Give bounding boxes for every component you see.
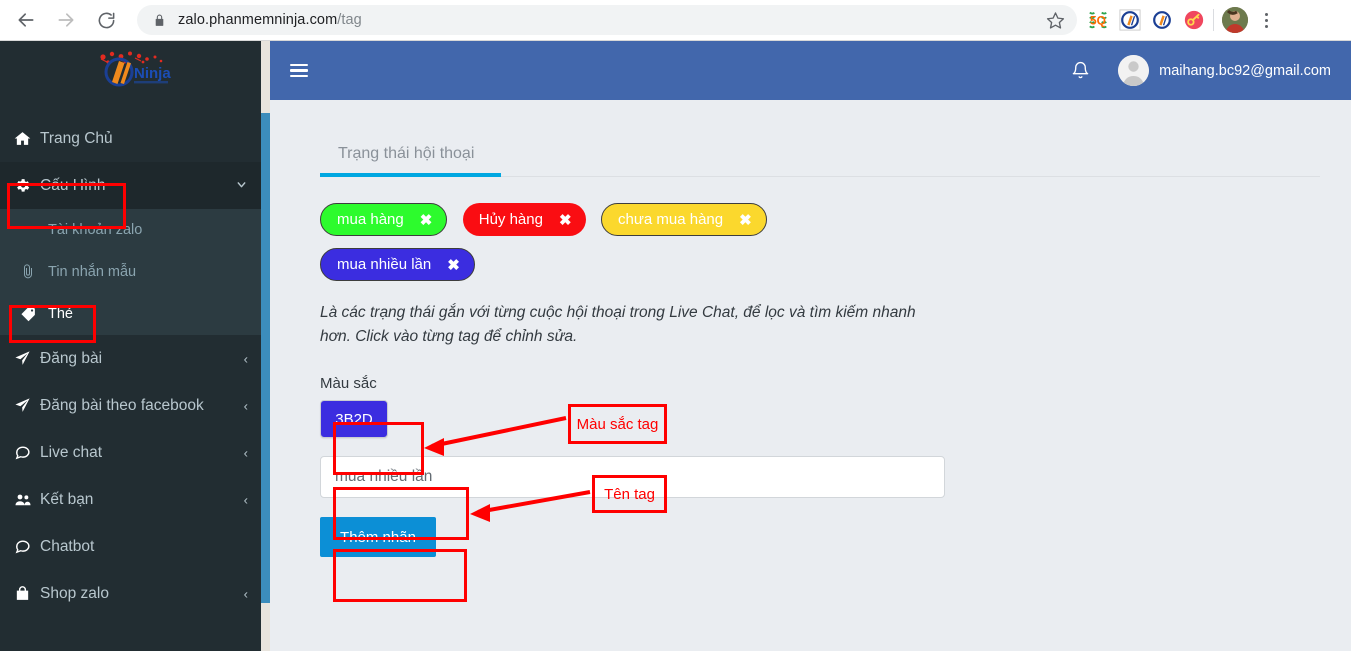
sidebar-item-trang-chu[interactable]: Trang Chủ bbox=[0, 115, 270, 162]
tag-chip[interactable]: mua hàng ✖ bbox=[320, 203, 448, 236]
chevron-left-icon: ‹ bbox=[243, 398, 248, 413]
bell-icon[interactable] bbox=[1060, 61, 1100, 80]
sidebar-item-live-chat[interactable]: Live chat ‹ bbox=[0, 429, 270, 476]
tag-description: Là các trạng thái gắn với từng cuộc hội … bbox=[320, 304, 916, 346]
paperclip-icon bbox=[20, 264, 48, 280]
reload-icon[interactable] bbox=[89, 3, 123, 37]
ninja-extension-icon-2[interactable] bbox=[1151, 9, 1173, 31]
sidebar-item-ket-ban[interactable]: Kết bạn ‹ bbox=[0, 476, 270, 523]
shop-bag-icon bbox=[14, 585, 40, 602]
forward-arrow-icon[interactable] bbox=[49, 3, 83, 37]
url-path: /tag bbox=[337, 12, 362, 28]
avatar bbox=[1118, 55, 1150, 86]
lock-icon bbox=[153, 13, 166, 28]
url-text: zalo.phanmemninja.com/tag bbox=[178, 12, 1038, 28]
page-body: Ninja Trang Chủ Cấu Hình Tài khoản zalo … bbox=[0, 41, 1351, 651]
header-right-group: maihang.bc92@gmail.com bbox=[1060, 55, 1343, 86]
sidebar: Ninja Trang Chủ Cấu Hình Tài khoản zalo … bbox=[0, 41, 270, 651]
tag-form: Màu sắc 3B2D mua nhiều lần Thêm nhãn bbox=[320, 375, 1351, 558]
home-icon bbox=[14, 130, 40, 147]
key-extension-icon[interactable] bbox=[1183, 9, 1205, 31]
sidebar-item-shop-zalo[interactable]: Shop zalo ‹ bbox=[0, 570, 270, 617]
annotation-box-add-button bbox=[333, 549, 467, 602]
paper-plane-icon bbox=[14, 350, 40, 367]
sidebar-item-label: Shop zalo bbox=[40, 584, 109, 602]
sidebar-item-label: Chatbot bbox=[40, 537, 95, 555]
tab-bar: Trạng thái hội thoại bbox=[320, 145, 1320, 177]
url-host: zalo.phanmemninja.com bbox=[178, 12, 338, 28]
sidebar-item-chatbot[interactable]: Chatbot bbox=[0, 523, 270, 570]
annotation-box-name-input bbox=[333, 487, 469, 540]
users-icon bbox=[14, 491, 40, 509]
chevron-left-icon: ‹ bbox=[243, 586, 248, 601]
chevron-left-icon: ‹ bbox=[243, 445, 248, 460]
back-arrow-icon[interactable] bbox=[9, 3, 43, 37]
tag-list: mua hàng ✖ Hủy hàng ✖ chưa mua hàng ✖ mu… bbox=[320, 203, 1020, 293]
tag-chip[interactable]: chưa mua hàng ✖ bbox=[601, 203, 767, 236]
tag-chip[interactable]: mua nhiều lần ✖ bbox=[320, 248, 475, 281]
app-logo[interactable]: Ninja bbox=[0, 41, 270, 100]
sidebar-scrollbar-track[interactable] bbox=[261, 41, 270, 651]
chat-bubble-icon bbox=[14, 444, 40, 461]
sidebar-item-dang-bai-theo-facebook[interactable]: Đăng bài theo facebook ‹ bbox=[0, 382, 270, 429]
chevron-left-icon: ‹ bbox=[243, 492, 248, 507]
three-dot-menu-icon[interactable] bbox=[1252, 6, 1280, 34]
sidebar-item-label: Trang Chủ bbox=[40, 129, 113, 147]
ninja-logo-icon: Ninja bbox=[100, 51, 171, 86]
sidebar-item-label: Đăng bài bbox=[40, 349, 103, 367]
close-x-icon[interactable]: ✖ bbox=[447, 256, 460, 274]
sidebar-item-label: Live chat bbox=[40, 443, 103, 461]
annotation-box-the bbox=[9, 305, 96, 343]
color-field-label: Màu sắc bbox=[320, 375, 377, 393]
tab-underline-active bbox=[320, 173, 501, 177]
ninja-extension-icon[interactable] bbox=[1119, 9, 1141, 31]
close-x-icon[interactable]: ✖ bbox=[559, 211, 572, 229]
tag-chip-label: mua nhiều lần bbox=[337, 256, 432, 273]
user-email-label: maihang.bc92@gmail.com bbox=[1159, 62, 1331, 79]
annotation-box-cau-hinh bbox=[7, 183, 126, 229]
toolbar-divider bbox=[1213, 9, 1214, 31]
sq-extension-icon[interactable]: 5Q bbox=[1087, 9, 1109, 31]
extensions-area: 5Q bbox=[1087, 9, 1205, 31]
chevron-down-icon bbox=[235, 178, 248, 194]
sidebar-item-tin-nhan-mau[interactable]: Tin nhắn mẫu bbox=[0, 251, 270, 293]
annotation-label-color: Màu sắc tag bbox=[568, 404, 667, 444]
sidebar-item-label: Đăng bài theo facebook bbox=[40, 396, 204, 414]
annotation-label-name: Tên tag bbox=[592, 475, 667, 513]
tag-chip[interactable]: Hủy hàng ✖ bbox=[462, 203, 586, 236]
paper-plane-icon bbox=[14, 397, 40, 414]
chat-bubble-icon bbox=[14, 538, 40, 555]
close-x-icon[interactable]: ✖ bbox=[420, 211, 433, 229]
hamburger-icon[interactable] bbox=[290, 58, 316, 84]
tag-chip-label: mua hàng bbox=[337, 211, 404, 228]
logo-text: Ninja bbox=[134, 65, 171, 82]
browser-toolbar: zalo.phanmemninja.com/tag 5Q bbox=[0, 0, 1351, 41]
sidebar-scrollbar-thumb[interactable] bbox=[261, 113, 270, 603]
user-account-menu[interactable]: maihang.bc92@gmail.com bbox=[1100, 55, 1343, 86]
sidebar-item-label: Kết bạn bbox=[40, 490, 94, 508]
chevron-left-icon: ‹ bbox=[243, 351, 248, 366]
address-bar[interactable]: zalo.phanmemninja.com/tag bbox=[137, 5, 1077, 35]
annotation-box-color-button bbox=[333, 422, 424, 475]
close-x-icon[interactable]: ✖ bbox=[739, 211, 752, 229]
svg-text:5Q: 5Q bbox=[1090, 14, 1106, 28]
profile-avatar[interactable] bbox=[1222, 7, 1248, 33]
tag-chip-label: Hủy hàng bbox=[478, 211, 543, 228]
top-header-bar: maihang.bc92@gmail.com bbox=[270, 41, 1351, 100]
bookmark-star-icon[interactable] bbox=[1038, 11, 1065, 30]
tag-chip-label: chưa mua hàng bbox=[618, 211, 724, 228]
sidebar-subitem-label: Tin nhắn mẫu bbox=[48, 264, 137, 280]
